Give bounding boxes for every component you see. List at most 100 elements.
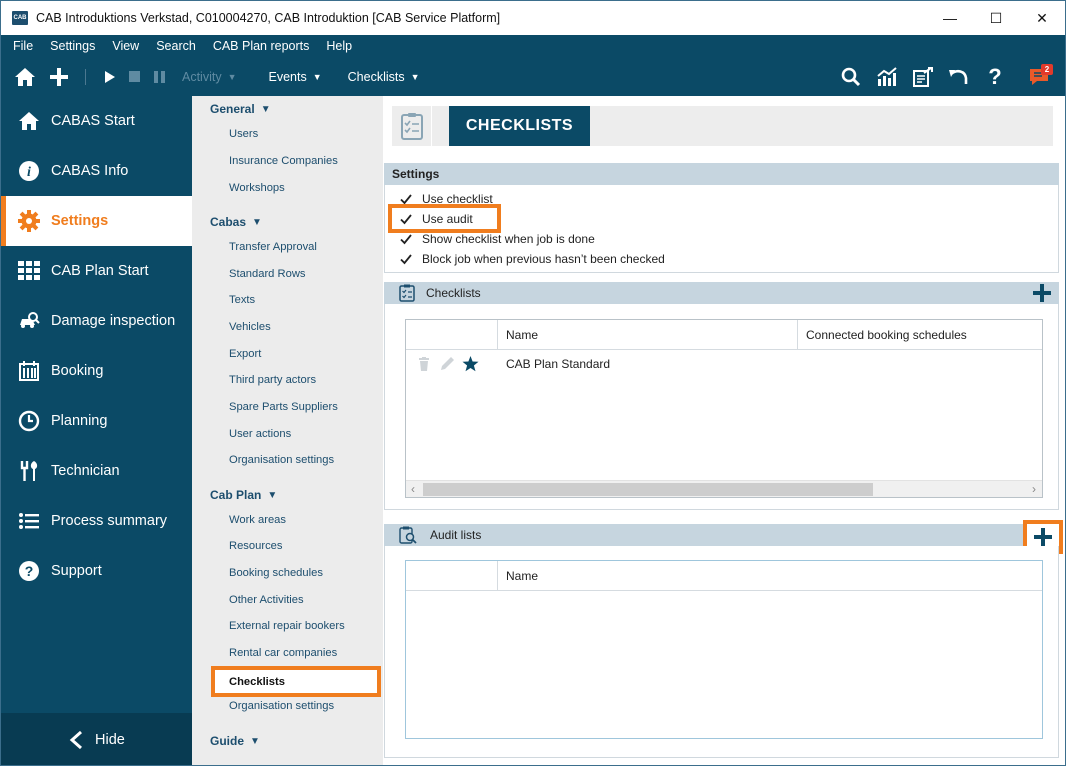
- scrollbar-thumb[interactable]: [423, 483, 873, 496]
- nav-cabas-info[interactable]: i CABAS Info: [1, 146, 192, 196]
- activity-label: Activity: [182, 69, 222, 84]
- tree-item-users[interactable]: Users: [229, 128, 258, 140]
- calendar-icon: [18, 360, 40, 382]
- horizontal-scrollbar[interactable]: ‹ ›: [406, 480, 1042, 497]
- column-header-name[interactable]: Name: [506, 569, 538, 583]
- tree-item-other-activities[interactable]: Other Activities: [229, 594, 304, 606]
- notifications-icon[interactable]: 2: [1013, 57, 1065, 96]
- toolbar: Activity ▼ Events ▼ Checklists ▼ ? 2: [1, 57, 1065, 96]
- hide-label: Hide: [95, 732, 125, 748]
- pause-icon[interactable]: [153, 70, 165, 83]
- minimize-button[interactable]: —: [927, 1, 973, 35]
- menu-help[interactable]: Help: [326, 39, 352, 53]
- clock-icon: [18, 410, 40, 432]
- stop-icon[interactable]: [128, 71, 140, 82]
- tree-item-texts[interactable]: Texts: [229, 294, 255, 306]
- tree-group-cab-plan[interactable]: Cab Plan ▼: [210, 488, 277, 502]
- chevron-down-icon: ▼: [252, 216, 262, 228]
- undo-icon[interactable]: [941, 57, 977, 96]
- tree-item-third-party-actors[interactable]: Third party actors: [229, 374, 316, 386]
- tree-item-checklists-selected[interactable]: Checklists: [211, 666, 381, 697]
- checkbox-checked-icon[interactable]: [399, 233, 412, 246]
- help-icon[interactable]: ?: [977, 57, 1013, 96]
- nav-booking[interactable]: Booking: [1, 346, 192, 396]
- nav-process-summary[interactable]: Process summary: [1, 496, 192, 546]
- list-icon: [18, 510, 40, 532]
- home-icon: [18, 110, 40, 132]
- notification-badge: 2: [1041, 64, 1053, 75]
- tree-item-vehicles[interactable]: Vehicles: [229, 321, 271, 333]
- menu-file[interactable]: File: [13, 39, 33, 53]
- table-header: Name Connected booking schedules: [406, 320, 1042, 350]
- trash-icon[interactable]: [418, 357, 430, 371]
- close-button[interactable]: ✕: [1019, 1, 1065, 35]
- tree-item-rental-car-companies[interactable]: Rental car companies: [229, 647, 337, 659]
- table-row[interactable]: CAB Plan Standard: [406, 351, 1042, 377]
- nav-label: CABAS Start: [51, 113, 135, 129]
- tree-item-organisation-settings-cabas[interactable]: Organisation settings: [229, 454, 334, 466]
- svg-text:i: i: [27, 165, 31, 180]
- audit-lists-table: Name: [405, 560, 1043, 739]
- menu-view[interactable]: View: [112, 39, 139, 53]
- nav-label: Support: [51, 563, 102, 579]
- hide-button[interactable]: Hide: [1, 713, 192, 765]
- play-icon[interactable]: [104, 70, 116, 83]
- tree-item-resources[interactable]: Resources: [229, 540, 282, 552]
- checklist-icon: [399, 284, 415, 302]
- option-show-checklist-when-done[interactable]: Show checklist when job is done: [399, 232, 595, 246]
- tree-group-guide[interactable]: Guide ▼: [210, 734, 260, 748]
- tree-item-spare-parts-suppliers[interactable]: Spare Parts Suppliers: [229, 401, 338, 413]
- tree-group-cabas[interactable]: Cabas ▼: [210, 215, 262, 229]
- tree-item-workshops[interactable]: Workshops: [229, 182, 285, 194]
- edit-icon[interactable]: [439, 356, 455, 372]
- checklists-dropdown[interactable]: Checklists ▼: [348, 70, 420, 84]
- nav-settings[interactable]: Settings: [1, 196, 192, 246]
- activity-dropdown[interactable]: Activity ▼: [182, 70, 237, 84]
- nav-label: CAB Plan Start: [51, 263, 149, 279]
- scroll-right-arrow[interactable]: ›: [1032, 482, 1036, 496]
- menu-cab-plan-reports[interactable]: CAB Plan reports: [213, 39, 310, 53]
- tree-group-general[interactable]: General ▼: [210, 102, 271, 116]
- tree-item-insurance-companies[interactable]: Insurance Companies: [229, 155, 338, 167]
- menu-search[interactable]: Search: [156, 39, 196, 53]
- nav-technician[interactable]: Technician: [1, 446, 192, 496]
- tree-item-work-areas[interactable]: Work areas: [229, 514, 286, 526]
- table-header: Name: [406, 561, 1042, 591]
- tree-item-organisation-settings-cabplan[interactable]: Organisation settings: [229, 700, 334, 712]
- nav-cab-plan-start[interactable]: CAB Plan Start: [1, 246, 192, 296]
- maximize-button[interactable]: ☐: [973, 1, 1019, 35]
- add-icon[interactable]: [49, 67, 69, 86]
- add-checklist-button[interactable]: [1033, 284, 1051, 302]
- tree-item-export[interactable]: Export: [229, 348, 261, 360]
- star-icon[interactable]: [462, 356, 479, 372]
- chevron-down-icon: ▼: [312, 71, 322, 82]
- column-header-name[interactable]: Name: [506, 328, 538, 342]
- toolbar-right: ? 2: [833, 57, 1065, 96]
- home-icon[interactable]: [13, 67, 37, 87]
- nav-planning[interactable]: Planning: [1, 396, 192, 446]
- search-icon[interactable]: [833, 57, 869, 96]
- window-title: CAB Introduktions Verkstad, C010004270, …: [36, 11, 501, 25]
- chevron-down-icon: ▼: [227, 71, 237, 82]
- nav-cabas-start[interactable]: CABAS Start: [1, 96, 192, 146]
- checkbox-checked-icon[interactable]: [399, 253, 412, 266]
- chart-icon[interactable]: [869, 57, 905, 96]
- events-label: Events: [268, 69, 307, 84]
- svg-text:?: ?: [25, 563, 34, 579]
- nav-label: Damage inspection: [51, 313, 176, 329]
- column-header-schedules[interactable]: Connected booking schedules: [806, 328, 967, 342]
- scroll-left-arrow[interactable]: ‹: [411, 482, 415, 496]
- events-dropdown[interactable]: Events ▼: [269, 70, 322, 84]
- tree-item-transfer-approval[interactable]: Transfer Approval: [229, 241, 317, 253]
- tree-item-booking-schedules[interactable]: Booking schedules: [229, 567, 323, 579]
- tree-item-standard-rows[interactable]: Standard Rows: [229, 268, 306, 280]
- option-block-job[interactable]: Block job when previous hasn’t been chec…: [399, 252, 665, 266]
- column-divider: [497, 561, 498, 591]
- app-window: CAB CAB Introduktions Verkstad, C0100042…: [0, 0, 1066, 766]
- nav-support[interactable]: ? Support: [1, 546, 192, 596]
- report-icon[interactable]: [905, 57, 941, 96]
- menu-settings[interactable]: Settings: [50, 39, 95, 53]
- tree-item-user-actions[interactable]: User actions: [229, 428, 291, 440]
- nav-damage-inspection[interactable]: Damage inspection: [1, 296, 192, 346]
- tree-item-external-repair-bookers[interactable]: External repair bookers: [229, 620, 345, 632]
